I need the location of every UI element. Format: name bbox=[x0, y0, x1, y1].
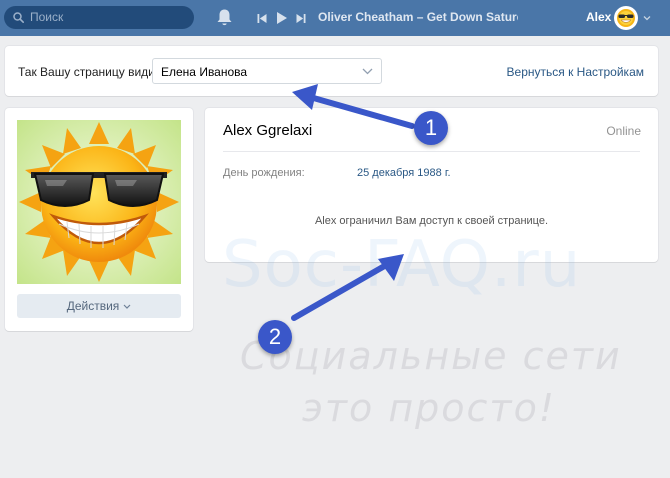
view-as-user-select[interactable]: Елена Иванова bbox=[152, 58, 382, 84]
bell-icon[interactable] bbox=[216, 8, 233, 27]
selected-user: Елена Иванова bbox=[161, 65, 248, 79]
actions-label: Действия bbox=[66, 299, 120, 313]
user-name[interactable]: Alex bbox=[586, 10, 611, 24]
watermark-site: Soc-FAQ.ru bbox=[222, 228, 582, 302]
back-to-settings-link[interactable]: Вернуться к Настройкам bbox=[507, 65, 644, 79]
watermark-slogan-line1: Социальные сети bbox=[240, 334, 622, 378]
birthday-value[interactable]: 25 декабря 1988 г. bbox=[357, 167, 451, 179]
view-as-label: Так Вашу страницу видит bbox=[18, 65, 161, 79]
online-status: Online bbox=[606, 124, 641, 138]
view-as-panel: Так Вашу страницу видит Елена Иванова Ве… bbox=[5, 46, 658, 96]
now-playing-track[interactable]: Oliver Cheatham – Get Down Saturd... bbox=[318, 10, 518, 24]
search-icon bbox=[13, 12, 24, 23]
watermark-slogan-line2: это просто! bbox=[302, 386, 557, 430]
annotation-badge-1: 1 bbox=[414, 111, 448, 145]
next-track-icon[interactable] bbox=[296, 13, 306, 24]
chevron-down-icon bbox=[123, 304, 131, 310]
chevron-down-icon[interactable] bbox=[643, 15, 651, 21]
search-input[interactable]: Поиск bbox=[4, 6, 194, 29]
user-avatar[interactable] bbox=[614, 6, 638, 30]
access-restricted-message: Alex ограничил Вам доступ к своей страни… bbox=[314, 215, 549, 227]
chevron-down-icon bbox=[362, 68, 373, 75]
profile-photo-card: Действия bbox=[5, 108, 193, 331]
profile-name: Alex Ggrelaxi bbox=[223, 122, 313, 139]
previous-track-icon[interactable] bbox=[257, 13, 267, 24]
top-bar: Поиск Oliver Cheatham – Get Down Saturd.… bbox=[0, 0, 670, 36]
actions-button[interactable]: Действия bbox=[17, 294, 181, 318]
divider bbox=[223, 151, 640, 152]
search-placeholder: Поиск bbox=[30, 10, 64, 24]
profile-photo[interactable] bbox=[17, 120, 181, 284]
birthday-label: День рождения: bbox=[223, 167, 305, 179]
annotation-badge-2: 2 bbox=[258, 320, 292, 354]
play-icon[interactable] bbox=[274, 11, 290, 25]
audio-player bbox=[257, 10, 306, 26]
